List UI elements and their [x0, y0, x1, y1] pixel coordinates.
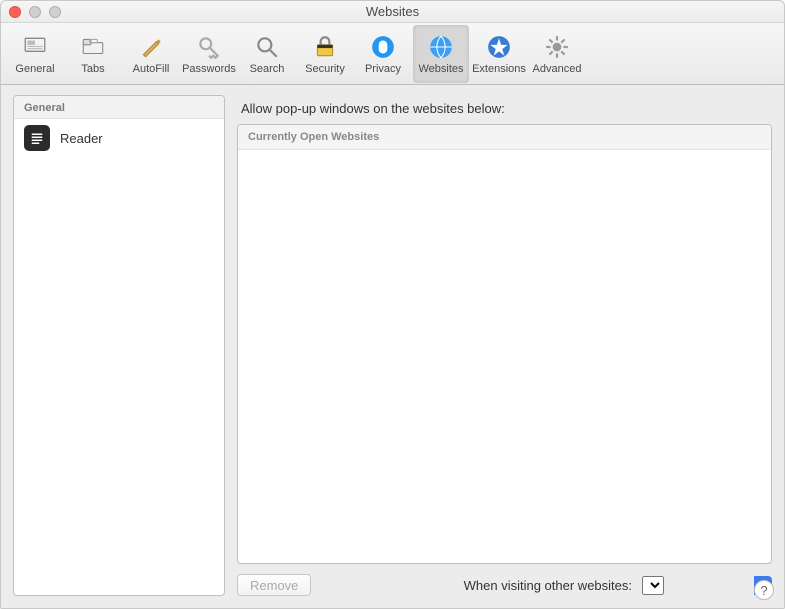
- toolbar-tab-label: AutoFill: [133, 63, 170, 75]
- site-rows: [238, 150, 771, 563]
- toolbar-tab-autofill[interactable]: AutoFill: [123, 25, 179, 83]
- general-icon: [21, 33, 49, 61]
- preferences-window: Websites General Tabs AutoFill Passwords Sea…: [0, 0, 785, 609]
- table-header: Currently Open Websites: [238, 125, 771, 150]
- toolbar-tab-extensions[interactable]: Extensions: [471, 25, 527, 83]
- toolbar-tab-label: Search: [250, 63, 285, 75]
- search-icon: [253, 33, 281, 61]
- content: General Reader Allow pop-up windows on t…: [1, 85, 784, 608]
- window-controls: [9, 6, 61, 18]
- main-panel: Allow pop-up windows on the websites bel…: [237, 95, 772, 596]
- toolbar-tab-label: Websites: [418, 63, 463, 75]
- footer-label: When visiting other websites:: [464, 578, 632, 593]
- footer-select[interactable]: [642, 576, 664, 595]
- privacy-icon: [369, 33, 397, 61]
- sidebar-item-reader[interactable]: Reader: [14, 119, 224, 157]
- reader-icon: [24, 125, 50, 151]
- window-title: Websites: [1, 4, 784, 19]
- remove-button[interactable]: Remove: [237, 574, 311, 596]
- footer-bar: Remove When visiting other websites:: [237, 564, 772, 596]
- main-title: Allow pop-up windows on the websites bel…: [237, 95, 772, 124]
- toolbar-tab-advanced[interactable]: Advanced: [529, 25, 585, 83]
- sites-table: Currently Open Websites: [237, 124, 772, 564]
- toolbar-tab-label: Passwords: [182, 63, 236, 75]
- toolbar-tab-websites[interactable]: Websites: [413, 25, 469, 83]
- security-icon: [311, 33, 339, 61]
- close-button[interactable]: [9, 6, 21, 18]
- footer-select-wrap: [642, 576, 772, 595]
- toolbar-tab-search[interactable]: Search: [239, 25, 295, 83]
- toolbar-tab-label: Extensions: [472, 63, 526, 75]
- sidebar-list: Reader: [14, 119, 224, 595]
- toolbar-tab-tabs[interactable]: Tabs: [65, 25, 121, 83]
- toolbar-tab-label: Privacy: [365, 63, 401, 75]
- sidebar: General Reader: [13, 95, 225, 596]
- sidebar-header: General: [14, 96, 224, 119]
- toolbar-tab-label: Advanced: [533, 63, 582, 75]
- toolbar-tab-passwords[interactable]: Passwords: [181, 25, 237, 83]
- help-button[interactable]: ?: [754, 580, 774, 600]
- tabs-icon: [79, 33, 107, 61]
- zoom-button[interactable]: [49, 6, 61, 18]
- extensions-icon: [485, 33, 513, 61]
- toolbar-tab-label: Tabs: [81, 63, 104, 75]
- passwords-icon: [195, 33, 223, 61]
- toolbar-tab-label: Security: [305, 63, 345, 75]
- toolbar-tab-general[interactable]: General: [7, 25, 63, 83]
- advanced-icon: [543, 33, 571, 61]
- toolbar: General Tabs AutoFill Passwords Search Securi…: [1, 23, 784, 85]
- sidebar-item-label: Reader: [60, 131, 103, 146]
- toolbar-tab-security[interactable]: Security: [297, 25, 353, 83]
- websites-icon: [427, 33, 455, 61]
- minimize-button[interactable]: [29, 6, 41, 18]
- toolbar-tab-privacy[interactable]: Privacy: [355, 25, 411, 83]
- autofill-icon: [137, 33, 165, 61]
- titlebar: Websites: [1, 1, 784, 23]
- toolbar-tab-label: General: [15, 63, 54, 75]
